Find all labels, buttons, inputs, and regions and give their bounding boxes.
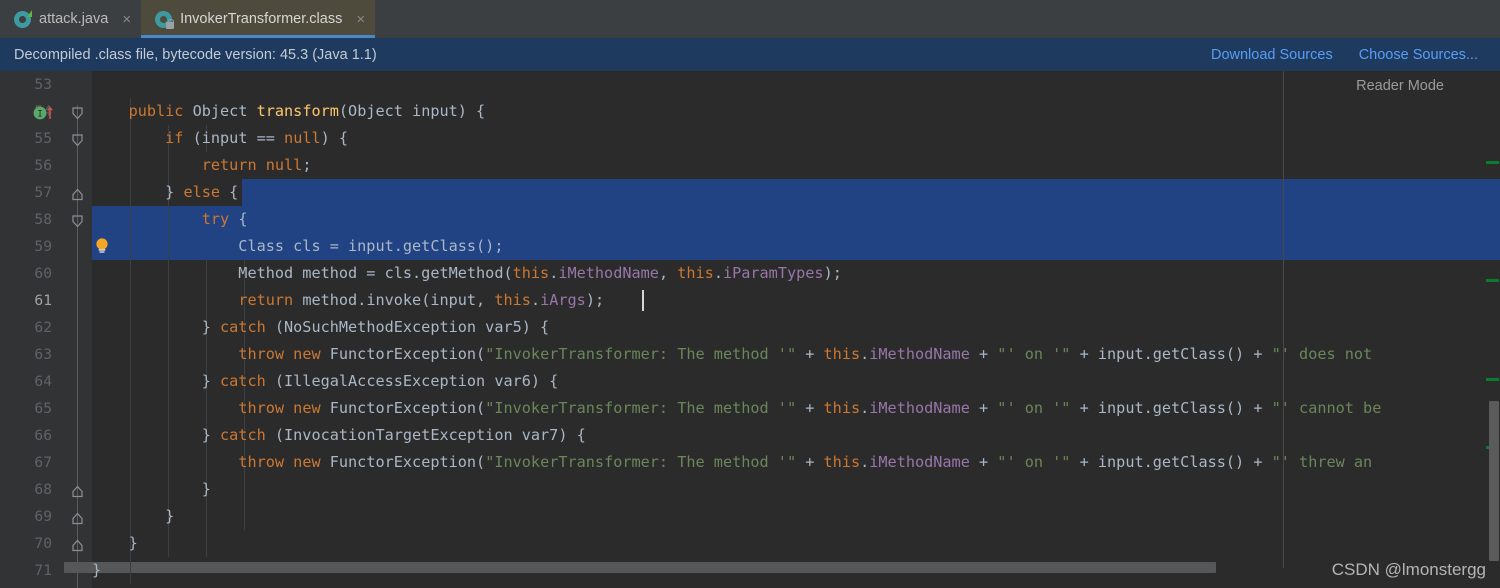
selection-highlight: [92, 206, 1500, 233]
code-line-text: throw new FunctorException("InvokerTrans…: [238, 399, 1382, 417]
code-line-68: }: [0, 476, 1500, 503]
code-line-55: if (input == null) {: [0, 125, 1500, 152]
line-number: 57: [34, 184, 52, 201]
code-line-text: }: [92, 561, 102, 579]
code-line-60: Method method = cls.getMethod(this.iMeth…: [0, 260, 1500, 287]
line-number: 61: [34, 292, 52, 309]
fold-arrow-icon[interactable]: [70, 484, 85, 499]
code-line-text: } else {: [92, 183, 239, 201]
line-number: 68: [34, 481, 52, 498]
line-number: 56: [34, 157, 52, 174]
line-row: [0, 584, 1500, 588]
svg-text:I: I: [37, 110, 42, 120]
editor-tab-label: attack.java: [39, 11, 109, 27]
code-line-text: throw new FunctorException("InvokerTrans…: [238, 453, 1373, 471]
code-line-text: } catch (NoSuchMethodException var5) {: [92, 318, 550, 336]
code-line-text: Method method = cls.getMethod(this.iMeth…: [92, 264, 842, 282]
line-number: 58: [34, 211, 52, 228]
choose-sources-link[interactable]: Choose Sources...: [1359, 47, 1478, 63]
ide-editor-window: attack.java × InvokerTransformer.class ×…: [0, 0, 1500, 588]
download-sources-link[interactable]: Download Sources: [1211, 47, 1333, 63]
code-line-70: }: [0, 530, 1500, 557]
editor-tab-label: InvokerTransformer.class: [180, 11, 343, 27]
line-number: 67: [34, 454, 52, 471]
horizontal-scrollbar[interactable]: [64, 562, 1481, 575]
line-number: 64: [34, 373, 52, 390]
java-class-locked-icon: [155, 10, 175, 29]
code-line-62: } catch (NoSuchMethodException var5) {: [0, 314, 1500, 341]
code-line-54: public Object transform(Object input) {: [0, 98, 1500, 125]
horizontal-scrollbar-thumb[interactable]: [64, 562, 1216, 573]
editor-tab-bar: attack.java × InvokerTransformer.class ×: [0, 0, 1500, 38]
code-line-text: return method.invoke(input, this.iArgs);: [238, 291, 605, 309]
editor-tab-attack-java[interactable]: attack.java ×: [0, 0, 142, 38]
line-number: 62: [34, 319, 52, 336]
notification-message: Decompiled .class file, bytecode version…: [14, 46, 377, 63]
watermark-text: CSDN @lmonstergg: [1331, 560, 1486, 579]
code-line-text: return null;: [201, 156, 312, 174]
decompiled-notification-bar: Decompiled .class file, bytecode version…: [0, 38, 1500, 72]
fold-arrow-icon[interactable]: [70, 538, 85, 553]
code-line-56: return null;: [0, 152, 1500, 179]
code-line-61: return method.invoke(input, this.iArgs);: [0, 287, 1500, 314]
line-number: 65: [34, 400, 52, 417]
code-line-text: throw new FunctorException("InvokerTrans…: [238, 345, 1373, 363]
error-stripe-marker-bar[interactable]: [1486, 71, 1500, 588]
vcs-change-marker[interactable]: [1486, 378, 1499, 381]
code-line-66: } catch (InvocationTargetException var7)…: [0, 422, 1500, 449]
selection-highlight: [242, 179, 1500, 206]
fold-arrow-icon[interactable]: [70, 133, 85, 148]
line-number: 69: [34, 508, 52, 525]
code-line-63: throw new FunctorException("InvokerTrans…: [0, 341, 1500, 368]
notification-actions: Download Sources Choose Sources...: [1211, 47, 1500, 63]
code-line-text: try {: [201, 210, 248, 228]
java-class-icon: [14, 9, 32, 28]
close-icon[interactable]: ×: [356, 12, 365, 27]
code-line-text: }: [92, 507, 175, 525]
fold-arrow-icon[interactable]: [70, 511, 85, 526]
editor-tab-invokertransformer-class[interactable]: InvokerTransformer.class ×: [141, 0, 376, 38]
code-line-text: Class cls = input.getClass();: [92, 237, 504, 255]
line-number: 55: [34, 130, 52, 147]
code-line-65: throw new FunctorException("InvokerTrans…: [0, 395, 1500, 422]
code-line-text: } catch (IllegalAccessException var6) {: [92, 372, 559, 390]
implemented-method-icon[interactable]: I: [33, 105, 54, 120]
right-margin-guide: [1283, 71, 1284, 568]
code-line-67: throw new FunctorException("InvokerTrans…: [0, 449, 1500, 476]
code-editor[interactable]: I 53 55 56 57 58 59 60 61 62 63 64 65 66…: [0, 71, 1500, 588]
code-line-text: if (input == null) {: [165, 129, 349, 147]
reader-mode-label[interactable]: Reader Mode: [1356, 78, 1444, 94]
vcs-change-marker[interactable]: [1486, 161, 1499, 164]
fold-arrow-icon[interactable]: [70, 106, 85, 121]
line-number: 59: [34, 238, 52, 255]
code-line-text: } catch (InvocationTargetException var7)…: [92, 426, 586, 444]
code-line-text: public Object transform(Object input) {: [128, 102, 486, 120]
line-number: 70: [34, 535, 52, 552]
text-caret: [642, 290, 644, 311]
fold-arrow-icon[interactable]: [70, 187, 85, 202]
vertical-scrollbar-thumb[interactable]: [1489, 401, 1499, 561]
line-number: 66: [34, 427, 52, 444]
code-text-area[interactable]: public Object transform(Object input) { …: [0, 71, 1500, 584]
code-line-69: }: [0, 503, 1500, 530]
line-number: 60: [34, 265, 52, 282]
intention-bulb-icon[interactable]: [92, 236, 112, 256]
code-line-text: }: [92, 480, 211, 498]
code-line-text: }: [92, 534, 138, 552]
line-number: 53: [34, 76, 52, 93]
fold-arrow-icon[interactable]: [70, 214, 85, 229]
vcs-change-marker[interactable]: [1486, 279, 1499, 282]
line-number: 71: [34, 562, 52, 579]
close-icon[interactable]: ×: [122, 12, 131, 27]
code-line-64: } catch (IllegalAccessException var6) {: [0, 368, 1500, 395]
line-number: 63: [34, 346, 52, 363]
